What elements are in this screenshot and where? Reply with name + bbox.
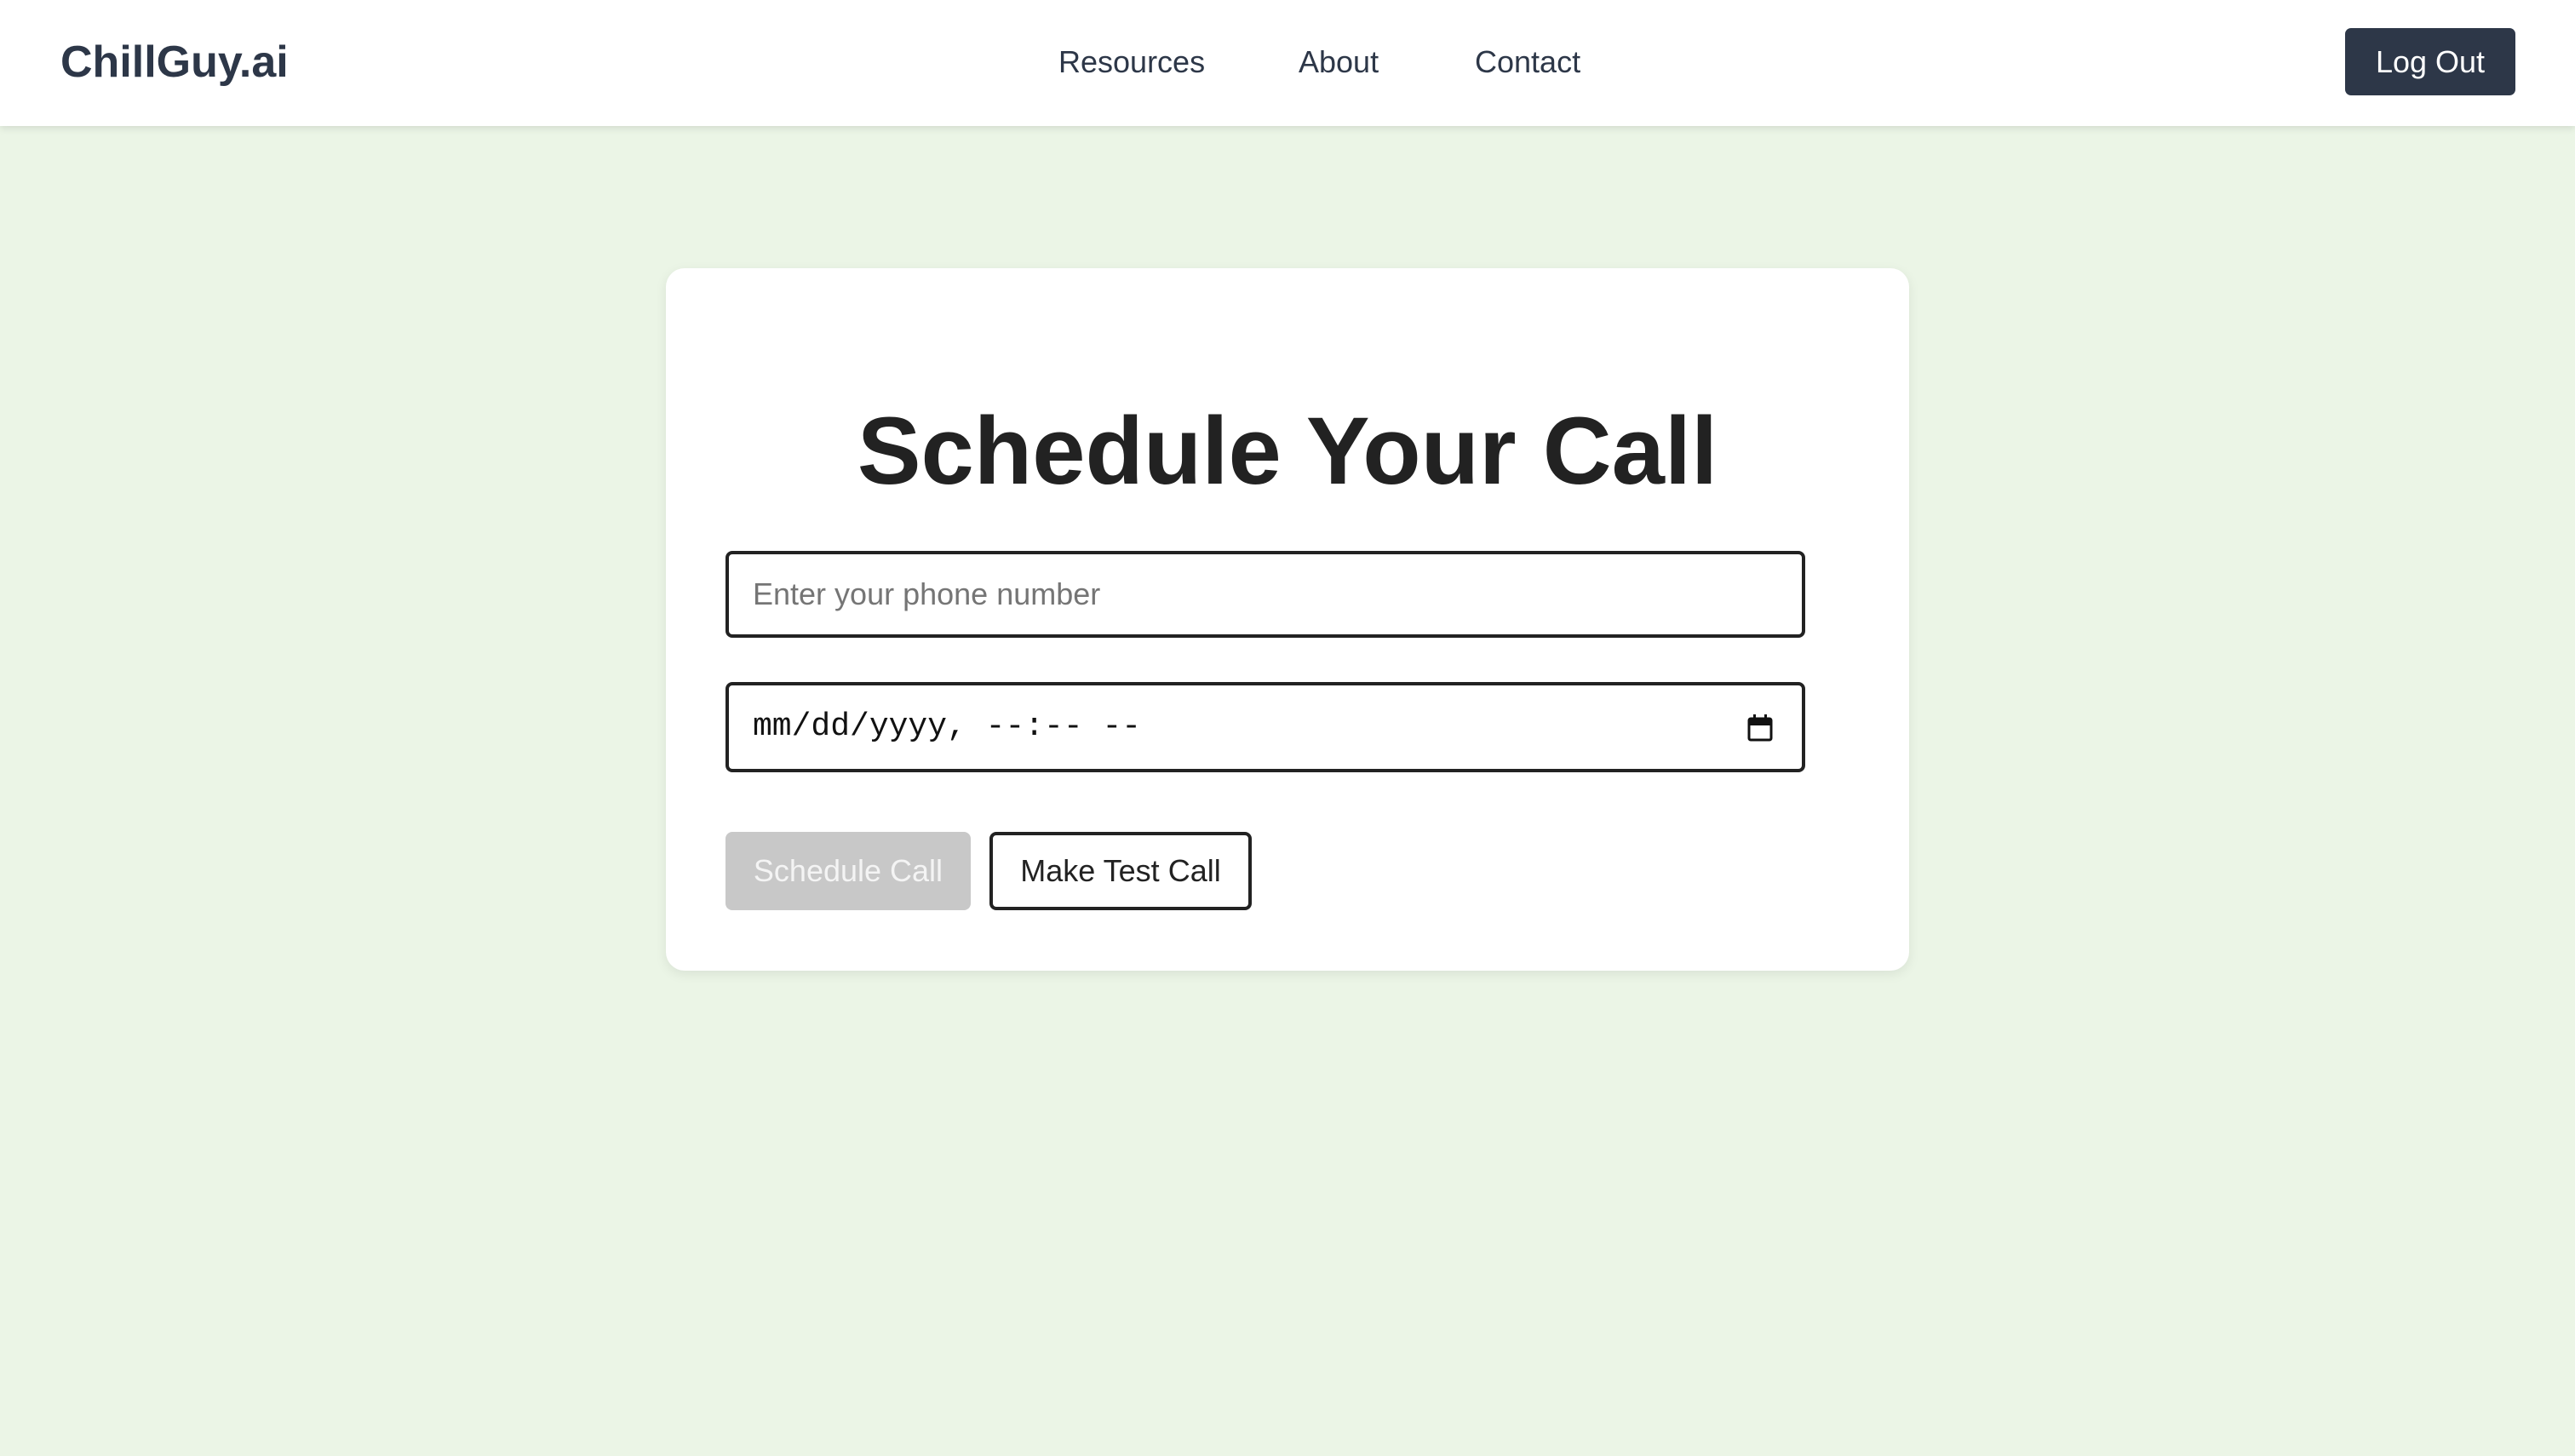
nav-link-contact[interactable]: Contact	[1475, 39, 1580, 85]
datetime-input-value: mm/dd/yyyy, --:-- --	[753, 708, 1142, 745]
schedule-call-card: Schedule Your Call mm/dd/yyyy, --:-- -- …	[666, 268, 1909, 971]
brand-logo[interactable]: ChillGuy.ai	[60, 32, 289, 92]
nav-link-about[interactable]: About	[1299, 39, 1379, 85]
top-navbar: ChillGuy.ai Resources About Contact Log …	[0, 0, 2575, 126]
page-title: Schedule Your Call	[857, 398, 1718, 504]
nav-link-resources[interactable]: Resources	[1058, 39, 1205, 85]
phone-number-input[interactable]	[725, 551, 1805, 638]
logout-button[interactable]: Log Out	[2345, 28, 2515, 95]
make-test-call-button[interactable]: Make Test Call	[989, 832, 1252, 910]
datetime-input[interactable]: mm/dd/yyyy, --:-- --	[725, 682, 1805, 772]
calendar-icon[interactable]	[1747, 714, 1773, 742]
schedule-call-button[interactable]: Schedule Call	[725, 832, 971, 910]
